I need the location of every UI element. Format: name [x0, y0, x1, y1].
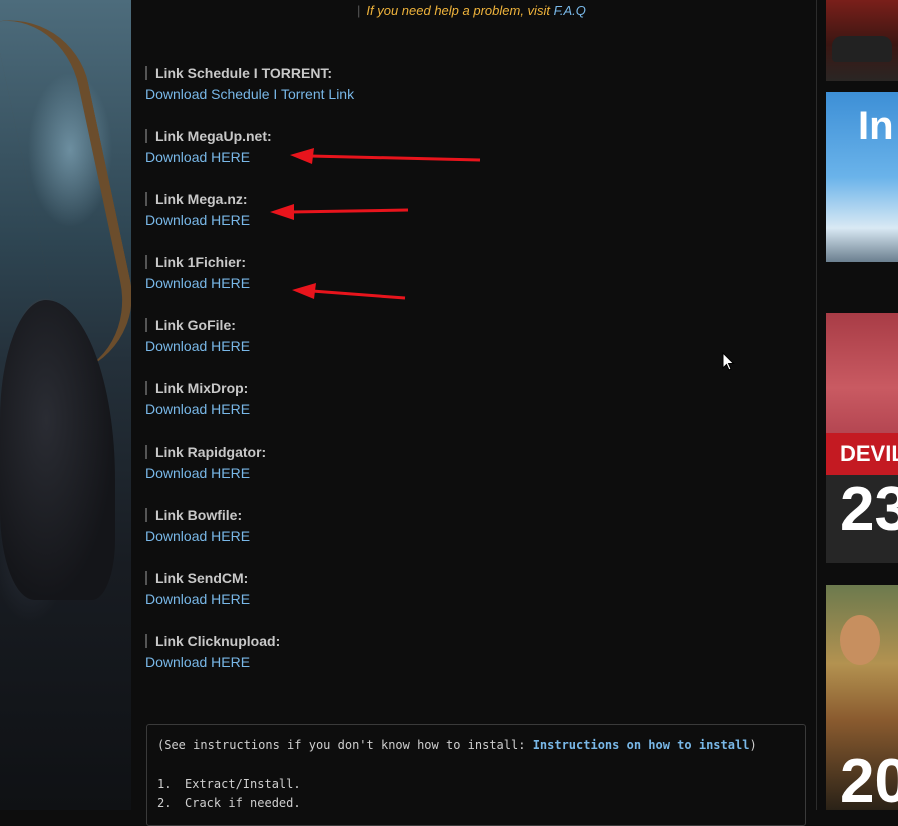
- ad-banner: DEVIL M: [826, 433, 898, 475]
- link-block-mega: Link Mega.nz: Download HERE: [145, 190, 250, 229]
- link-title-text: Link Bowfile:: [155, 507, 243, 523]
- ad-number: 20: [840, 747, 898, 810]
- car-artwork: [832, 36, 892, 62]
- mouse-cursor-icon: [722, 352, 735, 371]
- title-bar: [145, 66, 147, 80]
- title-bar: [145, 445, 147, 459]
- download-mixdrop-link[interactable]: Download HERE: [145, 400, 250, 418]
- link-title: Link MegaUp.net:: [145, 127, 272, 145]
- sidebar-ad-sky[interactable]: In: [826, 92, 898, 262]
- instructions-intro: (See instructions if you don't know how …: [157, 738, 757, 752]
- link-title: Link GoFile:: [145, 316, 250, 334]
- link-title: Link Bowfile:: [145, 506, 250, 524]
- instructions-prefix: (See instructions if you don't know how …: [157, 738, 533, 752]
- link-block-gofile: Link GoFile: Download HERE: [145, 316, 250, 355]
- ad-logo: In: [858, 104, 894, 148]
- download-clicknupload-link[interactable]: Download HERE: [145, 653, 280, 671]
- link-title: Link Clicknupload:: [145, 632, 280, 650]
- download-1fichier-link[interactable]: Download HERE: [145, 274, 250, 292]
- title-bar: [145, 381, 147, 395]
- title-bar: [145, 255, 147, 269]
- title-bar: [145, 571, 147, 585]
- download-gofile-link[interactable]: Download HERE: [145, 337, 250, 355]
- download-megaup-link[interactable]: Download HERE: [145, 148, 272, 166]
- link-title-text: Link Schedule I TORRENT:: [155, 65, 333, 81]
- title-bar: [145, 634, 147, 648]
- link-block-1fichier: Link 1Fichier: Download HERE: [145, 253, 250, 292]
- instruction-step: 2. Crack if needed.: [157, 796, 301, 810]
- link-title-text: Link MixDrop:: [155, 380, 249, 396]
- sidebar-ad-devil[interactable]: DEVIL M 23: [826, 313, 898, 563]
- instructions-suffix: ): [749, 738, 757, 752]
- sidebar-ad-car[interactable]: [826, 0, 898, 81]
- download-rapidgator-link[interactable]: Download HERE: [145, 464, 266, 482]
- link-title: Link Schedule I TORRENT:: [145, 64, 354, 82]
- faq-link[interactable]: F.A.Q: [554, 3, 586, 18]
- link-title-text: Link GoFile:: [155, 317, 236, 333]
- link-block-torrent: Link Schedule I TORRENT: Download Schedu…: [145, 64, 354, 103]
- title-bar: [145, 129, 147, 143]
- ad-number: 23: [840, 475, 898, 544]
- link-title: Link MixDrop:: [145, 379, 250, 397]
- link-block-clicknupload: Link Clicknupload: Download HERE: [145, 632, 280, 671]
- right-sidebar: In DEVIL M 23 20: [817, 0, 898, 810]
- link-block-mixdrop: Link MixDrop: Download HERE: [145, 379, 250, 418]
- link-title-text: Link Clicknupload:: [155, 633, 281, 649]
- left-background-art: [0, 0, 147, 810]
- main-content: | If you need help a problem, visit F.A.Q…: [131, 0, 816, 826]
- link-title-text: Link Rapidgator:: [155, 444, 267, 460]
- step-number: 2.: [157, 796, 172, 810]
- link-title-text: Link SendCM:: [155, 570, 249, 586]
- link-block-megaup: Link MegaUp.net: Download HERE: [145, 127, 272, 166]
- link-title-text: Link MegaUp.net:: [155, 128, 272, 144]
- link-block-rapidgator: Link Rapidgator: Download HERE: [145, 443, 266, 482]
- download-torrent-link[interactable]: Download Schedule I Torrent Link: [145, 85, 354, 103]
- dancer-artwork: [840, 615, 880, 665]
- title-bar: [145, 192, 147, 206]
- link-title-text: Link Mega.nz:: [155, 191, 248, 207]
- download-bowfile-link[interactable]: Download HERE: [145, 527, 250, 545]
- instructions-box: (See instructions if you don't know how …: [146, 724, 806, 826]
- step-number: 1.: [157, 777, 172, 791]
- instruction-step: 1. Extract/Install.: [157, 777, 301, 791]
- link-block-sendcm: Link SendCM: Download HERE: [145, 569, 250, 608]
- link-title: Link SendCM:: [145, 569, 250, 587]
- title-bar: [145, 508, 147, 522]
- link-title-text: Link 1Fichier:: [155, 254, 247, 270]
- help-text: If you need help a problem, visit: [366, 3, 550, 18]
- sidebar-ad-dancer[interactable]: 20: [826, 585, 898, 810]
- link-title: Link Mega.nz:: [145, 190, 250, 208]
- link-block-bowfile: Link Bowfile: Download HERE: [145, 506, 250, 545]
- download-sendcm-link[interactable]: Download HERE: [145, 590, 250, 608]
- link-title: Link 1Fichier:: [145, 253, 250, 271]
- download-mega-link[interactable]: Download HERE: [145, 211, 250, 229]
- help-divider: |: [357, 3, 361, 18]
- title-bar: [145, 318, 147, 332]
- link-title: Link Rapidgator:: [145, 443, 266, 461]
- step-text: Extract/Install.: [185, 777, 301, 791]
- help-line: | If you need help a problem, visit F.A.Q: [357, 3, 586, 18]
- step-text: Crack if needed.: [185, 796, 301, 810]
- instructions-link[interactable]: Instructions on how to install: [533, 738, 750, 752]
